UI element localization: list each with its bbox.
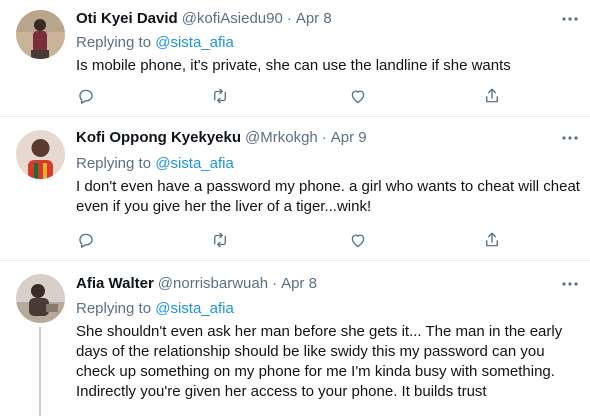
tweet-header: Kofi Oppong Kyekyeku @Mrkokgh · Apr 9 [76,128,367,148]
tweet-date[interactable]: Apr 8 [281,275,317,292]
more-icon[interactable] [559,274,581,294]
user-handle[interactable]: @kofiAsiedu90 [182,10,283,27]
tweet-text-line: check up something on my phone for me I'… [76,363,555,380]
retweet-icon[interactable] [210,230,230,250]
tweet[interactable]: Kofi Oppong Kyekyeku @Mrkokgh · Apr 9 Reply… [0,117,590,260]
tweet-text: Is mobile phone, it's private, she can u… [76,56,576,76]
replying-to-mention[interactable]: @sista_afia [155,34,234,51]
replying-to: Replying to @sista_afia [76,299,234,319]
display-name[interactable]: Oti Kyei David [76,10,178,27]
tweet-text-line: Indirectly you're given her access to yo… [76,383,487,400]
tweet-date[interactable]: Apr 9 [331,129,367,146]
separator: · [286,10,292,27]
replying-to-mention[interactable]: @sista_afia [155,155,234,172]
like-icon[interactable] [348,230,368,250]
replying-to-label: Replying to [76,34,152,51]
tweet-actions [76,230,506,250]
tweet-header: Afia Walter @norrisbarwuah · Apr 8 [76,274,317,294]
user-handle[interactable]: @norrisbarwuah [158,275,268,292]
tweet-text-line: days of the relationship should be like … [76,343,545,360]
replying-to: Replying to @sista_afia [76,33,234,53]
avatar[interactable] [16,10,65,59]
separator: · [321,129,327,146]
tweet-text-line: even if you give her the liver of a tige… [76,198,372,215]
like-icon[interactable] [348,86,368,106]
avatar[interactable] [16,130,65,179]
thread-line [39,327,41,416]
separator: · [272,275,278,292]
reply-icon[interactable] [76,230,96,250]
reply-icon[interactable] [76,86,96,106]
display-name[interactable]: Afia Walter [76,275,154,292]
tweet-text-line: Is mobile phone, it's private, she can u… [76,57,511,74]
replying-to: Replying to @sista_afia [76,154,234,174]
replying-to-mention[interactable]: @sista_afia [155,300,234,317]
tweet-date[interactable]: Apr 8 [296,10,332,27]
tweet-text: I don't even have a password my phone. a… [76,177,580,217]
tweet-text-line: She shouldn't even ask her man before sh… [76,323,563,340]
avatar[interactable] [16,274,65,323]
tweet-actions [76,86,506,106]
display-name[interactable]: Kofi Oppong Kyekyeku [76,129,241,146]
tweet[interactable]: Afia Walter @norrisbarwuah · Apr 8 Replying… [0,261,590,416]
tweet-header: Oti Kyei David @kofiAsiedu90 · Apr 8 [76,9,332,29]
replying-to-label: Replying to [76,300,152,317]
tweet[interactable]: Oti Kyei David @kofiAsiedu90 · Apr 8 Replyi… [0,0,590,115]
more-icon[interactable] [559,9,581,29]
share-icon[interactable] [482,230,502,250]
tweet-text-line: I don't even have a password my phone. a… [76,178,580,195]
retweet-icon[interactable] [210,86,230,106]
user-handle[interactable]: @Mrkokgh [245,129,318,146]
replying-to-label: Replying to [76,155,152,172]
more-icon[interactable] [559,128,581,148]
tweet-text: She shouldn't even ask her man before sh… [76,322,576,402]
share-icon[interactable] [482,86,502,106]
